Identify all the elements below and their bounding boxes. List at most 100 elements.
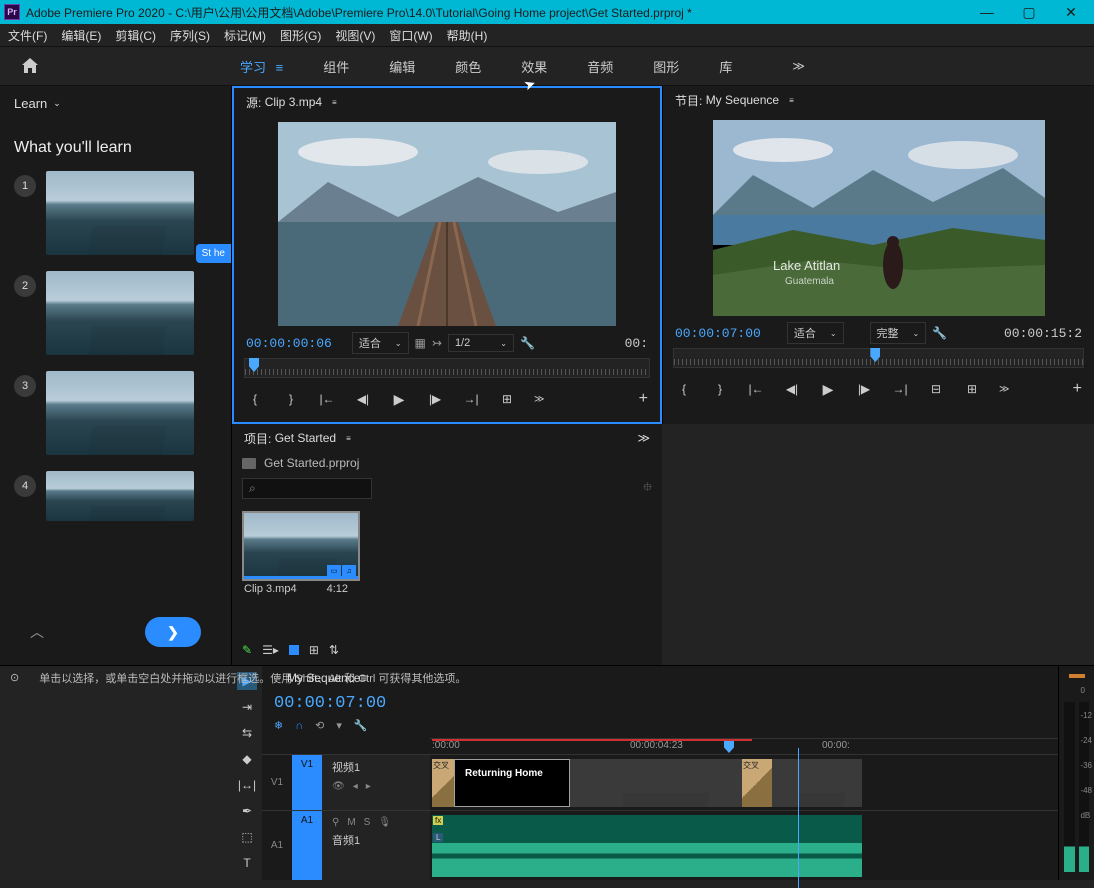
home-button[interactable] — [20, 56, 40, 76]
list-view-icon[interactable]: ☰▸ — [262, 643, 279, 657]
type-tool[interactable]: T — [237, 854, 257, 872]
program-tab[interactable]: 节目: My Sequence ≡ — [663, 86, 1094, 114]
snap-icon[interactable]: ∩ — [295, 720, 303, 732]
workspace-audio[interactable]: 音频 — [587, 57, 613, 76]
lift-button[interactable]: ⊟ — [927, 382, 945, 396]
settings-icon[interactable]: 🔧 — [520, 336, 535, 350]
marker-icon[interactable]: ▾ — [336, 719, 342, 732]
learn-step-2[interactable]: 2 — [14, 271, 217, 355]
menu-clip[interactable]: 剪辑(C) — [115, 27, 156, 44]
workspace-editing[interactable]: 编辑 — [389, 57, 415, 76]
ripple-edit-tool[interactable]: ⇆ — [237, 724, 257, 742]
sort-icon[interactable]: ⇅ — [329, 643, 339, 657]
source-resolution-dropdown[interactable]: 1/2⌄ — [448, 334, 514, 352]
source-video-display[interactable] — [278, 122, 616, 326]
learn-tab[interactable]: Learn ⌄ — [0, 86, 231, 121]
program-fit-dropdown[interactable]: 适合⌄ — [787, 322, 844, 344]
project-search-input[interactable]: ⌕ — [242, 478, 372, 499]
markers-icon[interactable]: ↣ — [432, 336, 442, 350]
learn-step-4[interactable]: 4 — [14, 471, 217, 521]
icon-view-icon[interactable] — [289, 645, 299, 655]
timeline-playhead[interactable] — [724, 739, 734, 753]
panel-menu-icon[interactable]: ≡ — [332, 98, 338, 107]
workspace-effects[interactable]: 效果 — [521, 57, 547, 76]
program-timecode[interactable]: 00:00:07:00 — [675, 326, 761, 341]
menu-graphics[interactable]: 图形(G) — [280, 27, 321, 44]
step-forward-button[interactable]: |▶ — [426, 392, 444, 406]
go-to-in-button[interactable]: |← — [318, 392, 336, 406]
timeline-ruler[interactable]: :00:00 00:00:04:23 00:00: — [430, 738, 1058, 754]
learn-prev-button[interactable]: ︿ — [30, 622, 44, 642]
track-select-tool[interactable]: ⇥ — [237, 698, 257, 716]
razor-tool[interactable]: ◆ — [237, 750, 257, 768]
panel-overflow[interactable]: ≫ — [637, 431, 650, 445]
transport-overflow[interactable]: ≫ — [999, 384, 1009, 395]
learn-next-button[interactable]: ❯ — [145, 617, 201, 647]
play-button[interactable]: ▶ — [819, 381, 837, 398]
step-back-button[interactable]: ◀| — [783, 382, 801, 396]
transport-overflow[interactable]: ≫ — [534, 394, 544, 405]
panel-menu-icon[interactable]: ≡ — [789, 96, 795, 105]
mute-icon[interactable]: ⚲ — [332, 817, 339, 828]
lock-icon[interactable]: ◂ — [353, 781, 358, 792]
camera-icon[interactable]: ⯐ — [643, 478, 652, 499]
menu-window[interactable]: 窗口(W) — [389, 27, 432, 44]
go-to-out-button[interactable]: →| — [891, 382, 909, 396]
video-track-content[interactable]: 交叉 Returning Home 交叉 — [430, 755, 1058, 810]
maximize-button[interactable]: ▢ — [1022, 4, 1036, 21]
linked-selection-icon[interactable]: ⟲ — [315, 719, 324, 732]
workspace-library[interactable]: 库 — [719, 57, 732, 76]
button-editor[interactable]: + — [639, 390, 648, 408]
extract-button[interactable]: ⊞ — [963, 382, 981, 396]
sync-lock-icon[interactable]: ▸ — [366, 781, 371, 792]
workspace-graphics[interactable]: 图形 — [653, 57, 679, 76]
menu-file[interactable]: 文件(F) — [8, 27, 47, 44]
source-tab[interactable]: 源: Clip 3.mp4 ≡ — [234, 88, 660, 116]
learn-step-1[interactable]: 1 — [14, 171, 217, 255]
source-scrubber[interactable] — [244, 358, 650, 378]
close-icon[interactable]: × — [274, 671, 281, 685]
solo-button[interactable]: S — [364, 817, 371, 828]
menu-marker[interactable]: 标记(M) — [224, 27, 266, 44]
insert-button[interactable]: ⊞ — [498, 392, 516, 406]
nest-icon[interactable]: ❄ — [274, 719, 283, 732]
timeline-timecode[interactable]: 00:00:07:00 — [262, 690, 1058, 717]
go-to-in-button[interactable]: |← — [747, 382, 765, 396]
source-patch-a1[interactable]: A1 — [262, 811, 292, 880]
workspace-learn[interactable]: 学习 ≡ — [240, 57, 283, 76]
workspace-overflow[interactable]: ≫ — [792, 59, 805, 73]
track-header-a1[interactable]: A1 ⚲MS🎙 音频1 — [292, 811, 430, 880]
audio-track-content[interactable]: fx L — [430, 811, 1058, 880]
menu-edit[interactable]: 编辑(E) — [61, 27, 101, 44]
step-back-button[interactable]: ◀| — [354, 392, 372, 406]
play-button[interactable]: ▶ — [390, 391, 408, 408]
program-quality-dropdown[interactable]: 完整⌄ — [870, 322, 927, 344]
settings-icon[interactable]: 🔧 — [354, 719, 368, 732]
panel-menu-icon[interactable]: ≡ — [346, 434, 352, 443]
source-fit-dropdown[interactable]: 适合⌄ — [352, 332, 409, 354]
video-clip[interactable]: 交叉 — [742, 759, 862, 807]
video-clip[interactable] — [570, 759, 742, 807]
panel-menu-icon[interactable]: ≡ — [360, 671, 367, 685]
workspace-color[interactable]: 颜色 — [455, 57, 481, 76]
program-video-display[interactable]: Lake Atitlan Guatemala — [713, 120, 1045, 316]
minimize-button[interactable]: ― — [980, 4, 994, 21]
timeline-tab[interactable]: × My Sequence ≡ — [262, 666, 1058, 690]
menu-view[interactable]: 视图(V) — [335, 27, 375, 44]
close-button[interactable]: ✕ — [1064, 4, 1078, 21]
menu-sequence[interactable]: 序列(S) — [170, 27, 210, 44]
project-clip-thumbnail[interactable]: ▭ ♫ — [244, 513, 358, 579]
mute-button[interactable]: M — [347, 817, 355, 828]
source-timecode[interactable]: 00:00:00:06 — [246, 336, 332, 351]
toggle-output-icon[interactable]: 👁 — [332, 781, 345, 792]
hand-tool[interactable]: ⬚ — [237, 828, 257, 846]
settings-icon[interactable]: 🔧 — [932, 326, 947, 340]
button-editor[interactable]: + — [1073, 380, 1082, 398]
title-clip[interactable]: Returning Home — [454, 759, 570, 807]
source-patch-v1[interactable]: V1 — [262, 755, 292, 810]
help-bubble[interactable]: St he — [196, 244, 231, 263]
workspace-assembly[interactable]: 组件 — [323, 57, 349, 76]
pencil-icon[interactable]: ✎ — [242, 643, 252, 657]
menu-help[interactable]: 帮助(H) — [447, 27, 488, 44]
track-header-v1[interactable]: V1 视频1 👁◂▸ — [292, 755, 430, 810]
